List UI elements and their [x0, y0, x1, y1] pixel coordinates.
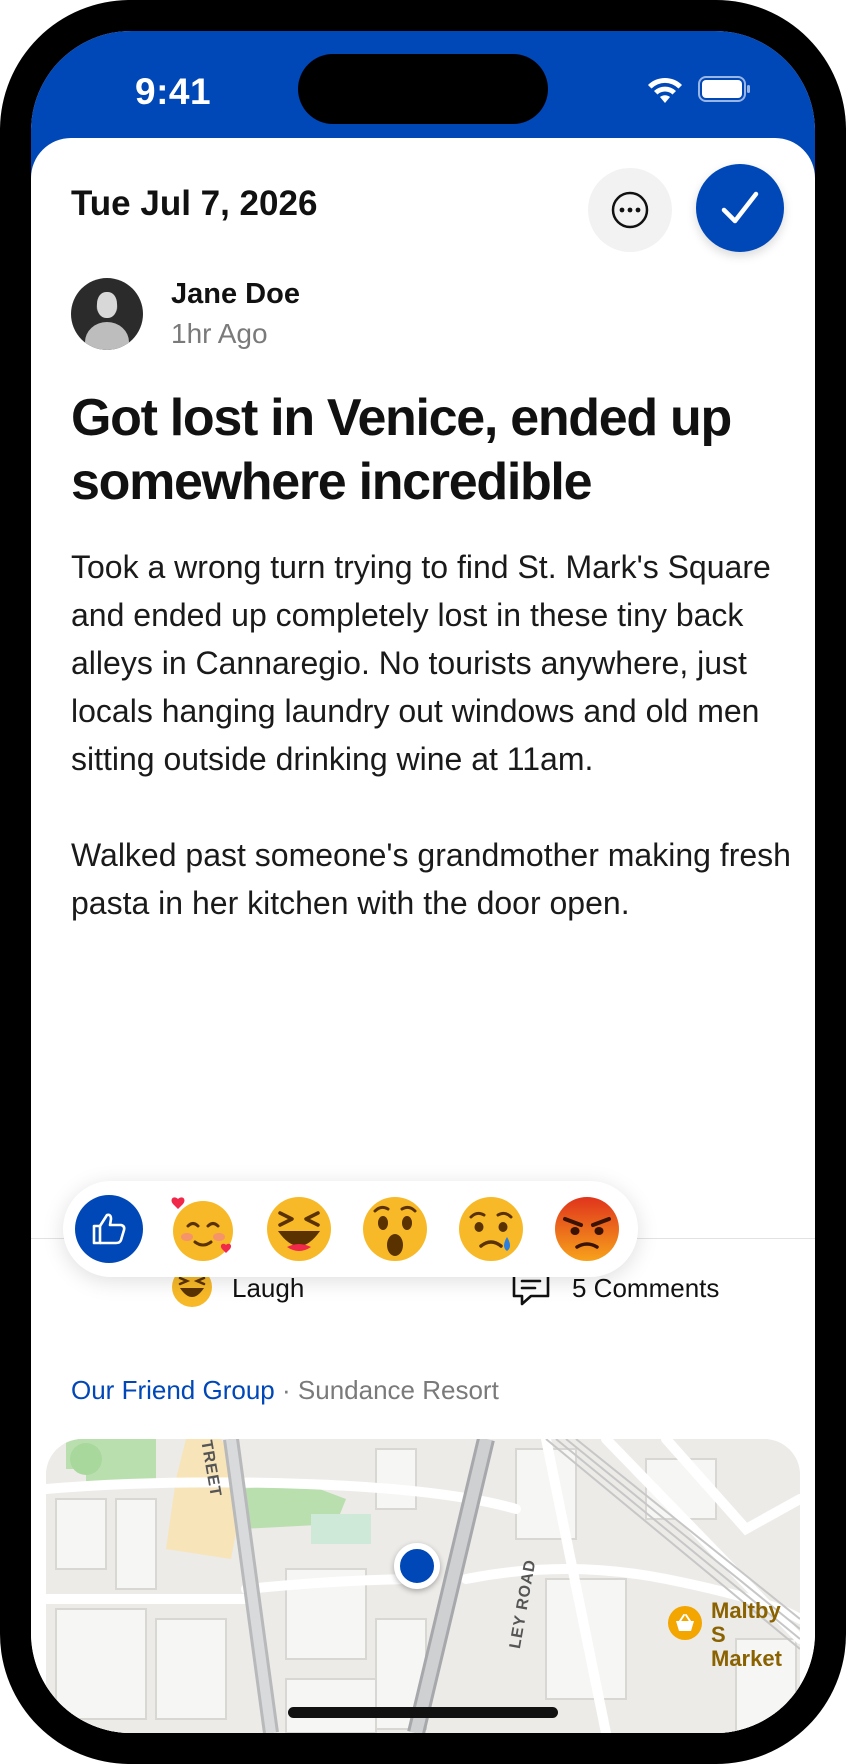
poi-label[interactable]: Maltby S Market: [711, 1599, 800, 1671]
status-time: 9:41: [135, 71, 212, 112]
dynamic-island: [298, 54, 548, 124]
poi-name-line: Market: [711, 1646, 782, 1671]
checkmark-icon: [721, 191, 759, 224]
post-detail: Tue Jul 7, 2026 Jane Doe 1hr Ago Got los…: [31, 138, 815, 1733]
basket-icon[interactable]: [668, 1606, 702, 1640]
screen: 9:41 Tue Jul 7, 2026 Jane Doe 1hr Ago Go…: [31, 31, 815, 1733]
post-paragraph: Walked past someone's grandmother making…: [71, 837, 791, 921]
avatar[interactable]: [71, 278, 143, 350]
like-icon: [92, 1213, 126, 1245]
angry-emoji-icon[interactable]: [553, 1195, 621, 1263]
poi-name-line: Maltby S: [711, 1598, 781, 1647]
post-body: Took a wrong turn trying to find St. Mar…: [71, 543, 791, 927]
reaction-picker: [63, 1181, 638, 1277]
laugh-emoji-icon[interactable]: [265, 1195, 333, 1263]
phone-frame: 9:41 Tue Jul 7, 2026 Jane Doe 1hr Ago Go…: [0, 0, 846, 1764]
post-location-line: Our Friend Group · Sundance Resort: [71, 1375, 499, 1406]
reaction-label[interactable]: Laugh: [232, 1273, 304, 1304]
location-map[interactable]: TREET LEY ROAD Maltby S Market: [46, 1439, 800, 1733]
location-pin[interactable]: [394, 1543, 440, 1589]
wifi-icon: [648, 77, 682, 103]
group-link[interactable]: Our Friend Group: [71, 1375, 275, 1405]
post-paragraph: Took a wrong turn trying to find St. Mar…: [71, 549, 771, 777]
post-time-ago: 1hr Ago: [171, 318, 268, 349]
ellipsis-circle-icon: [611, 191, 649, 229]
wow-emoji-icon[interactable]: [361, 1195, 429, 1263]
post-title: Got lost in Venice, ended up somewhere i…: [71, 389, 732, 511]
location-name: Sundance Resort: [297, 1375, 499, 1405]
separator: ·: [281, 1375, 291, 1405]
battery-icon: [698, 76, 750, 102]
author-name[interactable]: Jane Doe: [171, 278, 300, 311]
home-indicator[interactable]: [288, 1707, 558, 1718]
like-button[interactable]: [75, 1195, 143, 1263]
post-date: Tue Jul 7, 2026: [71, 184, 318, 223]
love-emoji-icon[interactable]: [169, 1195, 237, 1263]
more-options-button[interactable]: [588, 168, 672, 252]
confirm-button[interactable]: [696, 164, 784, 252]
comments-count[interactable]: 5 Comments: [572, 1273, 719, 1304]
sad-emoji-icon[interactable]: [457, 1195, 525, 1263]
